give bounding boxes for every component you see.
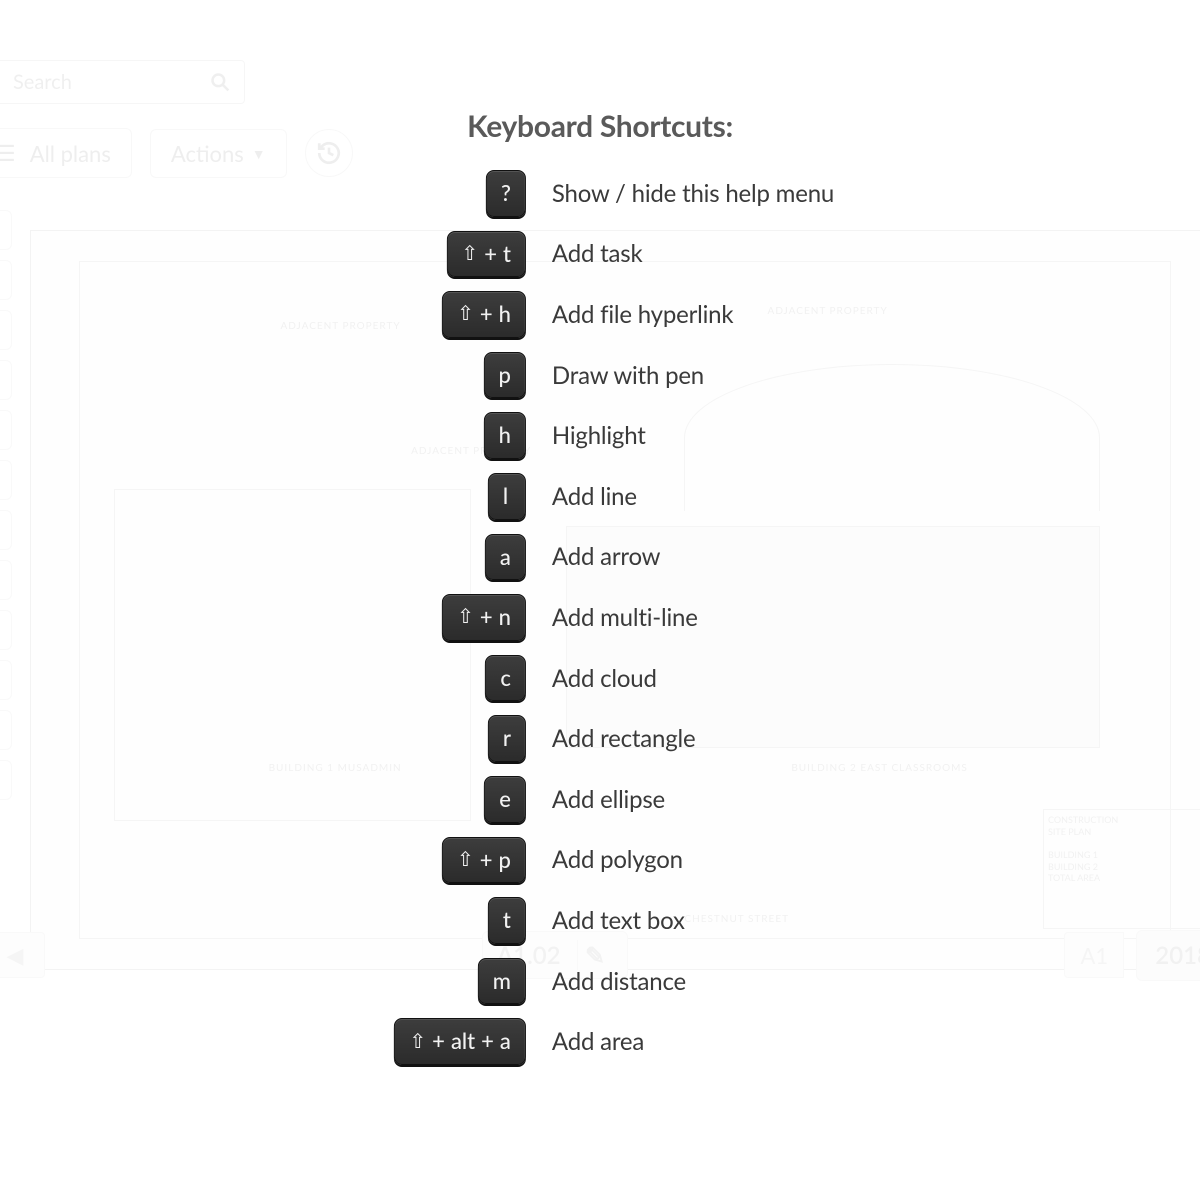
- shortcut-key: p: [484, 352, 526, 399]
- shortcut-description: Add task: [552, 239, 643, 268]
- shortcut-row: h Highlight: [366, 412, 834, 459]
- shortcut-description: Draw with pen: [552, 361, 704, 390]
- shortcut-description: Add cloud: [552, 664, 657, 693]
- shortcut-key: a: [485, 534, 526, 581]
- shortcut-row: ⇧+p Add polygon: [366, 837, 834, 884]
- shortcut-row: l Add line: [366, 473, 834, 520]
- actions-dropdown[interactable]: Actions ▼: [150, 129, 287, 178]
- shortcut-row: ⇧+alt+a Add area: [366, 1018, 834, 1065]
- shortcut-description: Add area: [552, 1027, 644, 1056]
- panel-title: Keyboard Shortcuts:: [366, 108, 834, 144]
- tool-slot[interactable]: [0, 210, 12, 250]
- shortcut-row: c Add cloud: [366, 655, 834, 702]
- tool-slot[interactable]: [0, 510, 12, 550]
- shortcut-key: ⇧+t: [446, 231, 526, 278]
- search-input[interactable]: Search: [0, 60, 245, 104]
- all-plans-button[interactable]: ☰ All plans: [0, 128, 132, 178]
- keyboard-shortcuts-panel: Keyboard Shortcuts: ? Show / hide this he…: [366, 108, 834, 1065]
- shortcut-key: ⇧+n: [442, 594, 526, 641]
- sheet-badge: A1: [1064, 932, 1124, 978]
- shortcut-key: l: [488, 473, 526, 520]
- shortcut-row: ⇧+h Add file hyperlink: [366, 291, 834, 338]
- shortcut-description: Highlight: [552, 421, 646, 450]
- shortcut-row: r Add rectangle: [366, 715, 834, 762]
- tool-slot[interactable]: [0, 460, 12, 500]
- tool-slot[interactable]: [0, 560, 12, 600]
- shortcut-key: ⇧+h: [442, 291, 526, 338]
- title-block: CONSTRUCTIONSITE PLAN BUILDING 1BUILDING…: [1043, 809, 1200, 929]
- caret-down-icon: ▼: [252, 145, 266, 162]
- tool-slot[interactable]: [0, 760, 12, 800]
- tool-slot[interactable]: [0, 360, 12, 400]
- shortcut-description: Add file hyperlink: [552, 300, 733, 329]
- shortcut-key: c: [485, 655, 526, 702]
- shortcut-key: e: [484, 776, 526, 823]
- shortcut-key: r: [488, 715, 526, 762]
- shortcut-key: m: [478, 958, 526, 1005]
- shortcut-description: Add distance: [552, 967, 686, 996]
- shortcut-row: ⇧+n Add multi-line: [366, 594, 834, 641]
- shift-icon: ⇧: [457, 300, 474, 326]
- shortcut-description: Add text box: [552, 906, 685, 935]
- shift-icon: ⇧: [461, 240, 478, 266]
- shortcut-description: Add ellipse: [552, 785, 665, 814]
- shift-icon: ⇧: [457, 603, 474, 629]
- shortcut-row: p Draw with pen: [366, 352, 834, 399]
- history-icon: [316, 140, 342, 166]
- tool-slot[interactable]: [0, 410, 12, 450]
- shortcut-row: m Add distance: [366, 958, 834, 1005]
- shift-icon: ⇧: [409, 1028, 426, 1054]
- shortcut-description: Add rectangle: [552, 724, 696, 753]
- tool-slot[interactable]: [0, 710, 12, 750]
- tool-slot[interactable]: [0, 310, 12, 350]
- prev-sheet-button[interactable]: ◀: [0, 932, 45, 978]
- shortcut-key: ⇧+p: [442, 837, 526, 884]
- history-button[interactable]: [305, 129, 353, 177]
- tool-slot[interactable]: [0, 260, 12, 300]
- shortcut-row: ⇧+t Add task: [366, 231, 834, 278]
- shortcut-key: t: [488, 897, 526, 944]
- shortcut-row: a Add arrow: [366, 534, 834, 581]
- shortcut-key: ⇧+alt+a: [394, 1018, 526, 1065]
- shortcut-description: Add line: [552, 482, 637, 511]
- shortcut-key: ?: [486, 170, 526, 217]
- tool-slot[interactable]: [0, 660, 12, 700]
- shift-icon: ⇧: [457, 846, 474, 872]
- shortcut-description: Add arrow: [552, 542, 660, 571]
- shortcut-key: h: [484, 412, 526, 459]
- tool-slot[interactable]: [0, 610, 12, 650]
- shortcut-row: t Add text box: [366, 897, 834, 944]
- search-icon: [210, 72, 230, 92]
- shortcut-description: Add multi-line: [552, 603, 698, 632]
- shortcut-row: e Add ellipse: [366, 776, 834, 823]
- search-placeholder: Search: [13, 70, 72, 94]
- shortcut-row: ? Show / hide this help menu: [366, 170, 834, 217]
- shortcut-description: Add polygon: [552, 845, 683, 874]
- year-badge: 2018: [1136, 930, 1200, 981]
- tool-sidebar: [0, 210, 12, 800]
- shortcut-description: Show / hide this help menu: [552, 179, 834, 208]
